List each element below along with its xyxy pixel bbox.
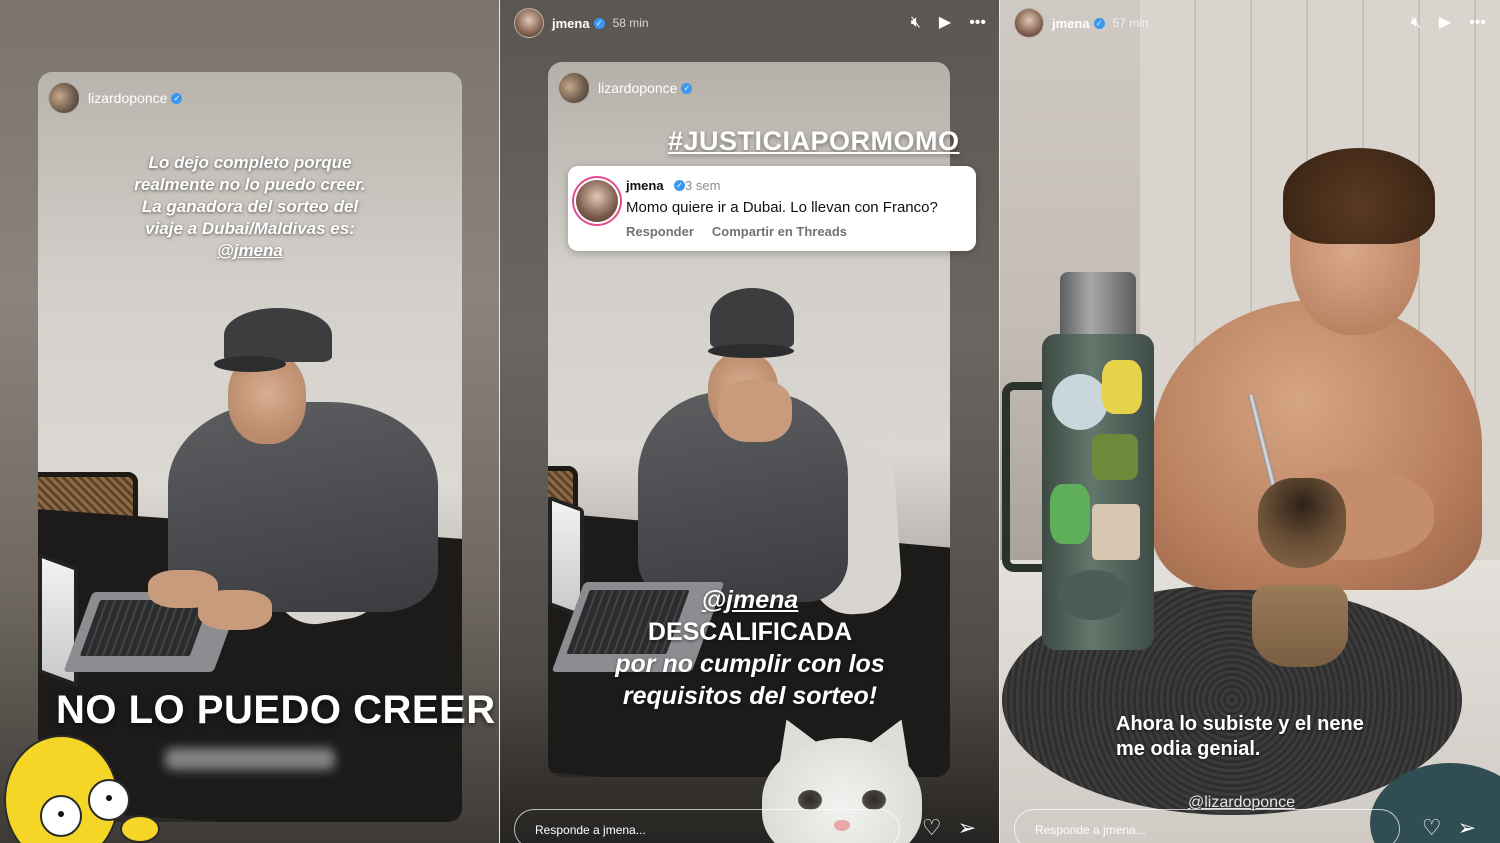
- cat-eye-image: [862, 790, 886, 810]
- sticker-image: [1092, 504, 1140, 560]
- story-time: 57 min: [1112, 16, 1149, 30]
- caption-line: realmente no lo puedo creer.: [134, 175, 366, 194]
- story-username[interactable]: jmena: [552, 16, 590, 31]
- sticker-image: [1092, 434, 1138, 480]
- heart-icon[interactable]: ♡: [922, 817, 942, 839]
- story-header: jmena ✓ 57 min 🔇︎ ▶ •••: [1014, 8, 1486, 38]
- homer-eye-image: [40, 795, 82, 837]
- card-username[interactable]: lizardoponce: [88, 90, 167, 106]
- card-header: lizardoponce ✓: [48, 82, 183, 114]
- comment-username[interactable]: jmena: [626, 178, 664, 193]
- caption-mention[interactable]: @jmena: [60, 240, 440, 262]
- cap-brim-image: [214, 356, 286, 372]
- caption-line: por no cumplir con los: [615, 650, 885, 678]
- comment-text: Momo quiere ir a Dubai. Lo llevan con Fr…: [626, 199, 938, 216]
- person-cap-image: [710, 288, 794, 348]
- thermos-body-image: [1042, 334, 1154, 650]
- story-caption: Ahora lo subiste y el nene me odia genia…: [1116, 712, 1364, 762]
- thermos-cap-image: [1060, 272, 1136, 342]
- story-panel-2: jmena ✓ 58 min 🔇︎ ▶ ••• lizardoponce ✓ #…: [500, 0, 1000, 843]
- comment-avatar[interactable]: [576, 180, 618, 222]
- reply-link[interactable]: Responder: [626, 224, 694, 239]
- story-caption: Lo dejo completo porque realmente no lo …: [60, 152, 440, 262]
- caption-mention[interactable]: @jmena: [582, 584, 918, 616]
- more-icon[interactable]: •••: [969, 15, 986, 31]
- card-avatar[interactable]: [558, 72, 590, 104]
- story-avatar[interactable]: [1014, 8, 1044, 38]
- story-avatar[interactable]: [514, 8, 544, 38]
- caption-line: Lo dejo completo porque: [148, 153, 352, 172]
- verified-badge-icon: ✓: [1093, 17, 1105, 29]
- sticker-image: [1052, 374, 1108, 430]
- verified-badge-icon: ✓: [674, 180, 685, 191]
- story-title-text: NO LO PUEDO CREER: [56, 688, 496, 732]
- reply-input[interactable]: Responde a jmena...: [1014, 809, 1400, 843]
- reply-input[interactable]: Responde a jmena...: [514, 809, 900, 843]
- sticker-image: [1102, 360, 1142, 414]
- blurred-text: [165, 748, 335, 770]
- caption-line: DESCALIFICADA: [647, 618, 853, 646]
- mute-icon[interactable]: 🔇︎: [1411, 15, 1421, 31]
- boy-hair-image: [1283, 148, 1435, 244]
- sticker-image: [1050, 484, 1090, 544]
- share-threads-link[interactable]: Compartir en Threads: [712, 224, 847, 239]
- caption-line: me odia genial.: [1116, 738, 1261, 760]
- play-icon[interactable]: ▶: [939, 15, 951, 31]
- sticker-image: [1058, 570, 1128, 620]
- story-time: 58 min: [612, 16, 649, 30]
- hands-covering-face-image: [718, 380, 792, 442]
- thermos-image: [1002, 272, 1154, 650]
- comment-actions: Responder Compartir en Threads: [626, 224, 847, 239]
- homer-eye-image: [88, 779, 130, 821]
- comment-time: 3 sem: [685, 178, 721, 193]
- homer-nose-image: [120, 815, 160, 843]
- cap-brim-image: [708, 344, 794, 358]
- verified-badge-icon: ✓: [593, 17, 605, 29]
- caption-line: requisitos del sorteo!: [622, 682, 878, 710]
- caption-line: La ganadora del sorteo del: [141, 197, 359, 216]
- card-avatar[interactable]: [48, 82, 80, 114]
- comment-sticker[interactable]: jmena ✓ 3 sem Momo quiere ir a Dubai. Lo…: [568, 166, 976, 251]
- more-icon[interactable]: •••: [1469, 15, 1486, 31]
- story-caption: @jmena DESCALIFICADA por no cumplir con …: [582, 584, 918, 712]
- cat-eye-image: [798, 790, 822, 810]
- caption-line: Ahora lo subiste y el nene: [1116, 713, 1364, 735]
- send-icon[interactable]: ➢: [958, 817, 976, 839]
- play-icon[interactable]: ▶: [1439, 15, 1451, 31]
- story-panel-1: lizardoponce ✓ Lo dejo completo porque r…: [0, 0, 500, 843]
- hashtag-sticker[interactable]: #JUSTICIAPORMOMO: [668, 126, 960, 157]
- mute-icon[interactable]: 🔇︎: [911, 15, 921, 31]
- story-header: jmena ✓ 58 min 🔇︎ ▶ •••: [514, 8, 986, 38]
- story-panel-3: jmena ✓ 57 min 🔇︎ ▶ ••• Ahora lo subiste…: [1000, 0, 1500, 843]
- send-icon[interactable]: ➢: [1458, 817, 1476, 839]
- homer-sticker: [0, 735, 165, 843]
- card-header: lizardoponce ✓: [558, 72, 693, 104]
- story-username[interactable]: jmena: [1052, 16, 1090, 31]
- heart-icon[interactable]: ♡: [1422, 817, 1442, 839]
- laptop-keyboard-image: [79, 600, 211, 656]
- mate-cup-image: [1252, 585, 1348, 667]
- mate-gourd-image: [1258, 478, 1346, 568]
- verified-badge-icon: ✓: [171, 92, 183, 104]
- hand-image: [198, 590, 272, 630]
- person-cap-image: [224, 308, 332, 362]
- card-username[interactable]: lizardoponce: [598, 80, 677, 96]
- caption-line: viaje a Dubai/Maldivas es:: [145, 219, 355, 238]
- verified-badge-icon: ✓: [681, 82, 693, 94]
